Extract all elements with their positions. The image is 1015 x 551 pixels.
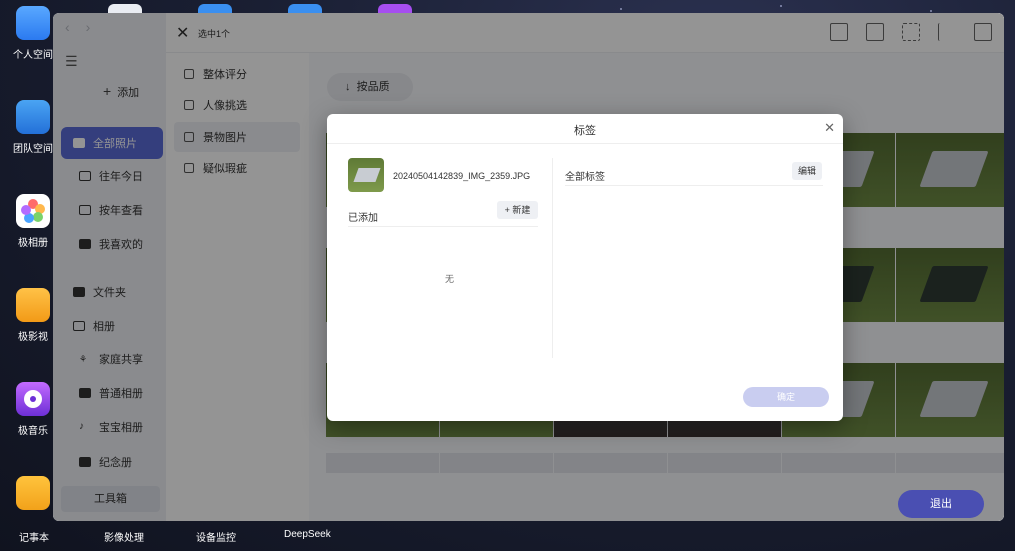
empty-state-text: 无: [445, 274, 455, 284]
desktop-icon-photos[interactable]: 极相册: [8, 194, 58, 249]
notes-icon: [16, 476, 50, 510]
star: [780, 5, 782, 7]
star: [930, 10, 932, 12]
taskbar: 记事本 影像处理 设备监控 DeepSeek: [0, 522, 1015, 551]
divider: [565, 185, 823, 186]
video-icon: [16, 288, 50, 322]
new-tag-button[interactable]: + 新建: [497, 201, 538, 219]
exit-button[interactable]: 退出: [898, 490, 984, 518]
star: [620, 8, 622, 10]
close-icon[interactable]: ✕: [824, 120, 835, 136]
taskbar-item-notes[interactable]: 记事本: [19, 529, 49, 544]
folder-icon: [16, 6, 50, 40]
photo-thumbnail: [348, 158, 384, 192]
desktop-icon-label: 团队空间: [13, 144, 53, 155]
team-folder-icon: [16, 100, 50, 134]
divider: [327, 143, 843, 144]
confirm-button[interactable]: 确定: [743, 387, 829, 407]
desktop-icon-label: 个人空间: [13, 50, 53, 61]
taskbar-item-image-processing[interactable]: 影像处理: [104, 529, 144, 544]
desktop-icon-personal-space[interactable]: 个人空间: [8, 6, 58, 61]
desktop-icon-video[interactable]: 极影视: [8, 288, 58, 343]
all-tags-label: 全部标签: [565, 172, 605, 183]
divider: [348, 226, 538, 227]
added-tags-label: 已添加: [348, 213, 378, 224]
desktop-icon-team-space[interactable]: 团队空间: [8, 100, 58, 155]
edit-tags-button[interactable]: 编辑: [792, 162, 822, 180]
desktop-icon-label: 极影视: [18, 332, 48, 343]
taskbar-item-deepseek[interactable]: DeepSeek: [284, 529, 331, 540]
laptop-image: [353, 168, 381, 182]
desktop-icon-notes[interactable]: [8, 476, 58, 510]
desktop-icon-label: 极音乐: [18, 426, 48, 437]
taskbar-item-device-monitor[interactable]: 设备监控: [196, 529, 236, 544]
tag-dialog: 标签 ✕ 20240504142839_IMG_2359.JPG 已添加 + 新…: [327, 114, 843, 421]
divider: [552, 158, 553, 358]
music-icon: [16, 382, 50, 416]
desktop-icon-label: 极相册: [18, 238, 48, 249]
dialog-title: 标签: [574, 125, 596, 137]
photos-icon: [16, 194, 50, 228]
file-name: 20240504142839_IMG_2359.JPG: [393, 171, 531, 181]
desktop-icon-music[interactable]: 极音乐: [8, 382, 58, 437]
